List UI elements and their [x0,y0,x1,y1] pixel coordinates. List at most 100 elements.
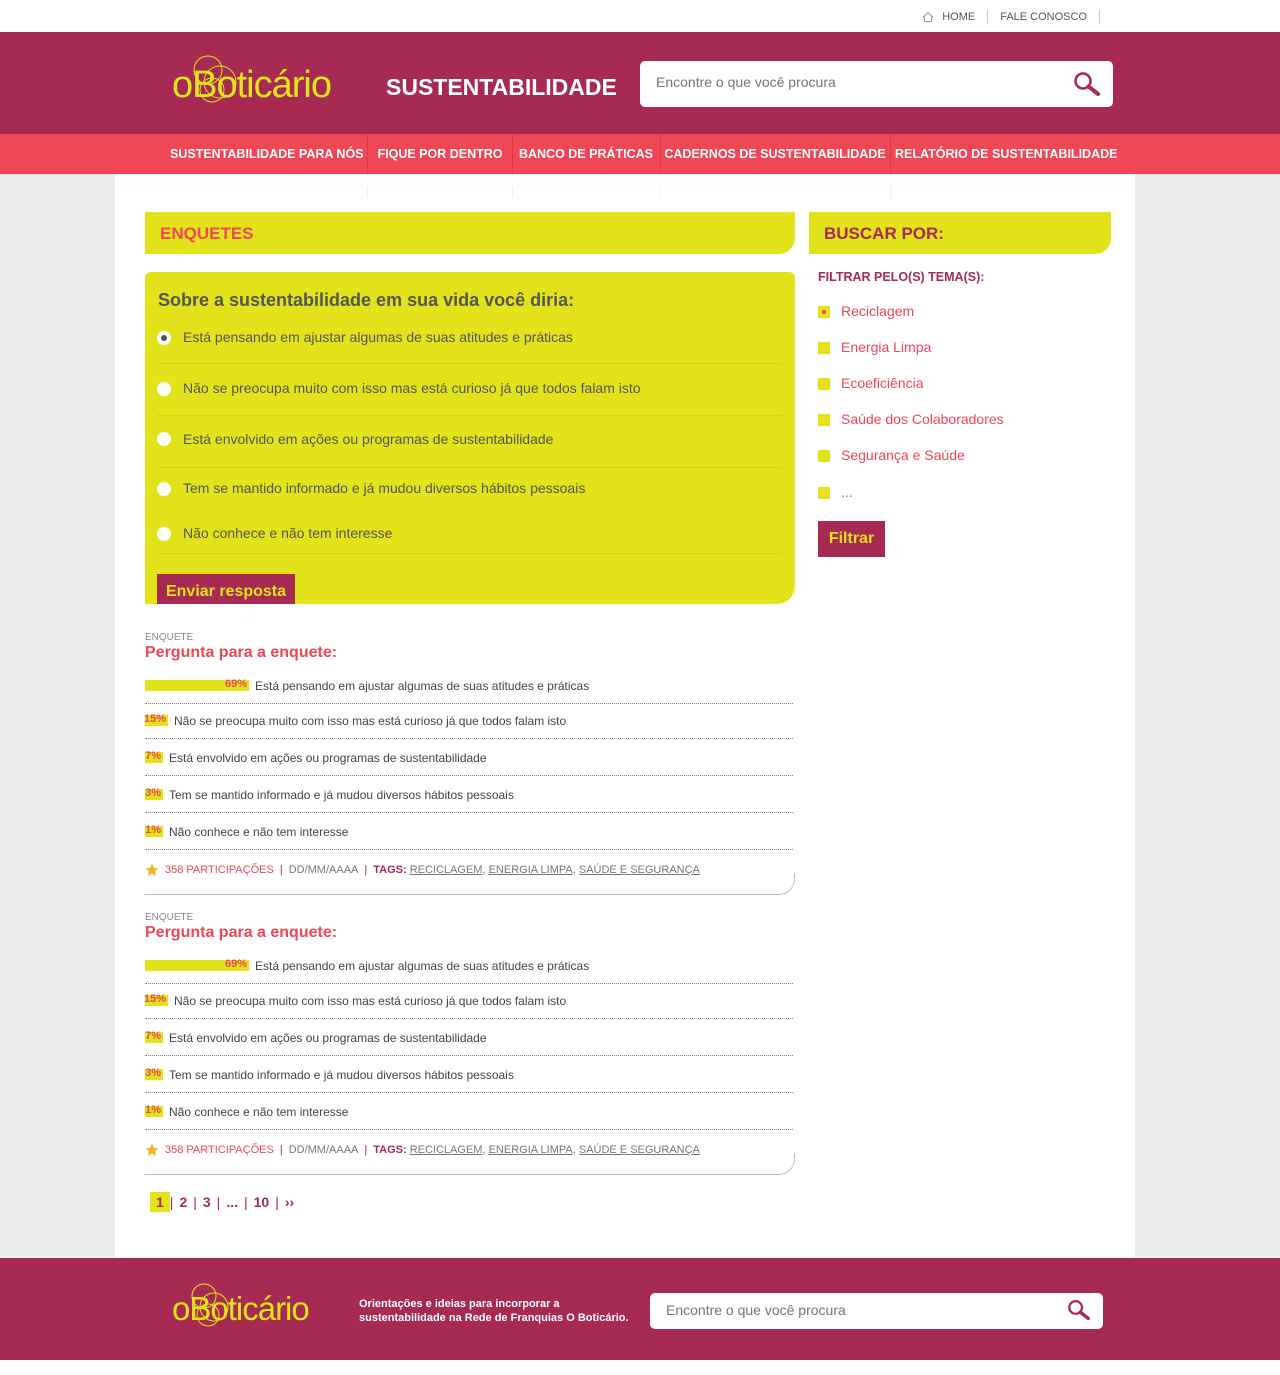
divider [1099,10,1100,24]
result-bar: 15% [144,713,168,726]
poll-option[interactable]: Tem se mantido informado e já mudou dive… [157,468,782,496]
result-text: Não se preocupa muito com isso mas está … [174,714,567,728]
result-title: Pergunta para a enquete: [145,924,338,941]
result-text: Está pensando em ajustar algumas de suas… [255,679,590,693]
result-bar: 69% [145,678,249,691]
radio-button[interactable] [157,382,171,396]
result-text: Está envolvido em ações ou programas de … [169,751,487,765]
checkbox[interactable] [818,414,830,426]
divider [512,186,513,198]
page-separator: | [193,1194,197,1210]
result-text: Está envolvido em ações ou programas de … [169,1031,487,1045]
top-links: HOME FALE CONOSCO [922,10,1112,24]
send-answer-button[interactable]: Enviar resposta [157,574,295,604]
nav-divider [660,134,661,174]
result-row: 15% Não se preocupa muito com isso mas es… [144,993,793,1019]
footer: oBoticário Orientações e ideias para inc… [0,1258,1280,1360]
poll-option[interactable]: Não se preocupa muito com isso mas está … [157,364,782,416]
checkbox[interactable] [818,342,830,354]
checkbox[interactable] [818,487,830,499]
footer-logo-text: oBoticário [172,1290,310,1327]
result-row: 7% Está envolvido em ações ou programas d… [145,750,793,776]
divider [660,186,661,198]
poll-question: Sobre a sustentabilidade em sua vida voc… [158,290,575,310]
top-bar: HOME FALE CONOSCO [0,0,1280,32]
radio-button[interactable] [157,482,171,496]
page-next-link[interactable]: ›› [285,1194,294,1210]
result-percent: 69% [224,958,247,970]
result-bar: 1% [145,1104,163,1117]
search-input[interactable] [656,74,1056,90]
divider [987,10,989,24]
result-bar: 15% [144,993,168,1006]
page-link[interactable]: 10 [254,1194,270,1210]
result-percent: 7% [145,750,161,762]
home-icon [922,11,934,22]
result-text: Está pensando em ajustar algumas de suas… [255,959,590,973]
result-percent: 3% [145,787,161,799]
page-link[interactable]: 2 [179,1194,187,1210]
result-text: Não conhece e não tem interesse [169,1105,349,1119]
footer-search-input[interactable] [666,1302,1066,1318]
poll-option-label: Está envolvido em ações ou programas de … [183,431,554,447]
nav-item-sustentabilidade-para-nos[interactable]: SUSTENTABILIDADE PARA NÓS [170,134,364,174]
result-percent: 3% [145,1067,161,1079]
result-row: 15% Não se preocupa muito com isso mas es… [144,713,793,739]
result-divider [145,873,795,895]
nav-item-cadernos[interactable]: CADERNOS DE SUSTENTABILIDADE [664,134,886,174]
footer-description: Orientações e ideias para incorporar a s… [359,1298,629,1324]
main-nav: SUSTENTABILIDADE PARA NÓS FIQUE POR DENT… [0,134,1280,174]
page-separator: | [216,1194,221,1210]
filter-option-label: Segurança e Saúde [841,447,965,463]
page-link[interactable]: 3 [203,1194,211,1210]
result-text: Não se preocupa muito com isso mas está … [174,994,567,1008]
checkbox[interactable] [818,306,830,318]
home-link[interactable]: HOME [942,11,975,23]
footer-logo[interactable]: oBoticário [172,1278,332,1336]
result-text: Não conhece e não tem interesse [169,825,349,839]
checkbox[interactable] [818,450,830,462]
poll-option-label: Não se preocupa muito com isso mas está … [183,380,641,396]
page-link[interactable]: ... [226,1194,238,1210]
page-bottom [0,1360,1280,1375]
nav-item-relatorio[interactable]: RELATÓRIO DE SUSTENTABILIDADE [895,134,1117,174]
search-icon[interactable] [1067,1299,1091,1321]
sidebar-title: BUSCAR POR: [824,224,944,243]
contact-link[interactable]: FALE CONOSCO [1000,11,1087,23]
result-row: 3% Tem se mantido informado e já mudou di… [145,1067,793,1093]
logo-text: oBoticário [172,64,332,106]
result-text: Tem se mantido informado e já mudou dive… [169,788,514,802]
nav-divider [512,134,513,174]
poll-option[interactable]: Está pensando em ajustar algumas de suas… [157,312,782,364]
result-row: 69% Está pensando em ajustar algumas de s… [145,678,793,704]
nav-item-fique-por-dentro[interactable]: FIQUE POR DENTRO [372,134,508,174]
result-text: Tem se mantido informado e já mudou dive… [169,1068,514,1082]
radio-button[interactable] [157,527,171,541]
filter-option-label: ... [841,484,853,500]
divider [890,186,891,198]
checkbox[interactable] [818,378,830,390]
nav-divider [890,134,891,174]
page-current[interactable]: 1 [150,1192,170,1212]
result-divider [145,1153,795,1175]
result-row: 1% Não conhece e não tem interesse [145,824,793,850]
result-title: Pergunta para a enquete: [145,644,338,661]
result-row: 69% Está pensando em ajustar algumas de s… [145,958,793,984]
poll-option[interactable]: Não conhece e não tem interesse [157,526,782,554]
result-bar: 7% [145,750,163,763]
radio-button[interactable] [157,432,171,446]
filter-option-label: Reciclagem [841,303,915,319]
filter-button[interactable]: Filtrar [818,521,885,557]
filter-option-label: Saúde dos Colaboradores [841,411,1004,427]
nav-item-banco-de-praticas[interactable]: BANCO DE PRÁTICAS [516,134,656,174]
logo[interactable]: oBoticário [172,50,347,114]
site-title: SUSTENTABILIDADE [386,74,617,100]
search-icon[interactable] [1073,71,1101,97]
enquetes-heading: ENQUETES [145,212,795,254]
filter-option-label: Energia Limpa [841,339,932,355]
page-separator: | [275,1194,279,1210]
radio-button[interactable] [157,331,171,345]
poll-option-clip: Não conhece e não tem interesse [157,526,782,547]
poll-option[interactable]: Está envolvido em ações ou programas de … [157,416,782,468]
nav-divider [367,134,368,174]
